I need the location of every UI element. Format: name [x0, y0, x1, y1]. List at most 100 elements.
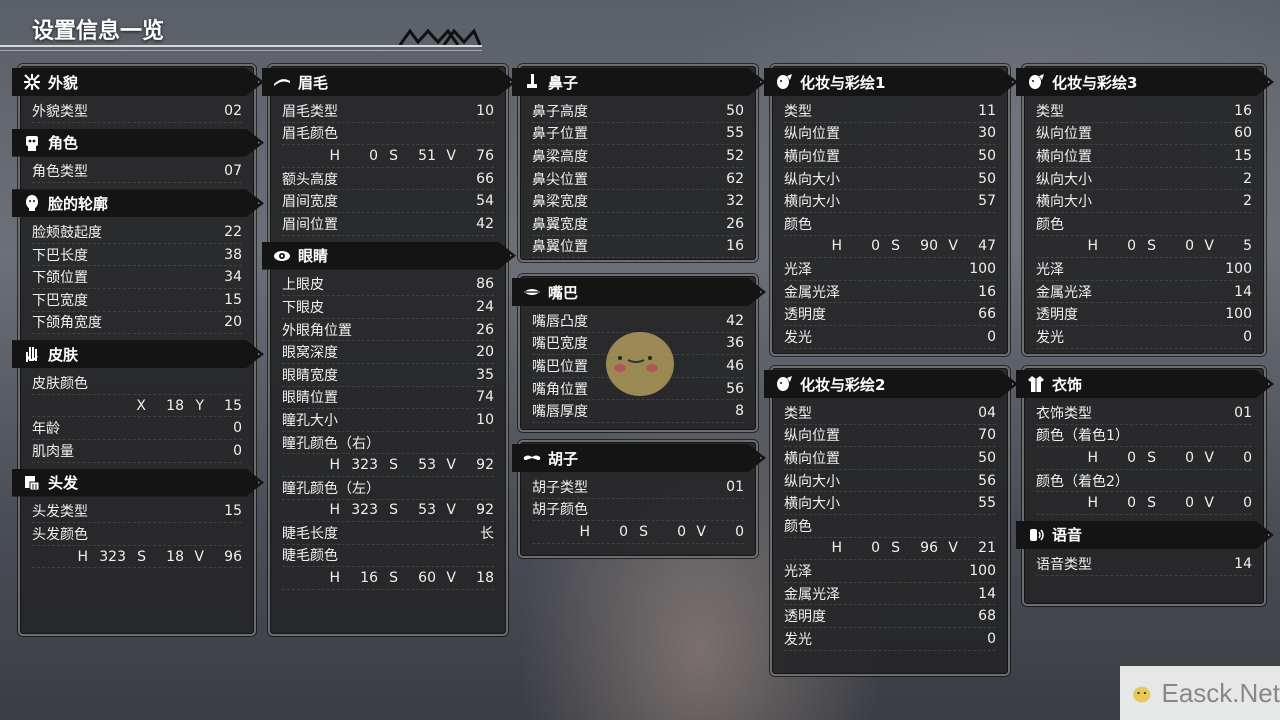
nose-icon [518, 68, 546, 96]
site-watermark: Easck.Net [1120, 666, 1280, 720]
setting-label: 眉毛颜色 [282, 126, 338, 143]
setting-rows: 上眼皮 86 下眼皮 24 外眼角位置 26 眼窝深度 20 眼睛宽度 35 眼睛位置 74 瞳孔大小 1… [270, 270, 506, 592]
setting-row: 眼窝深度 20 [282, 341, 494, 364]
setting-row: 下眼皮 24 [282, 296, 494, 319]
channel-value: 0 [735, 523, 744, 540]
watermark-logo-icon [1133, 686, 1151, 703]
setting-value: 100 [1225, 306, 1252, 323]
channel-label: V [446, 457, 456, 474]
channel-value: 92 [476, 457, 494, 474]
section-nose-2-0: 鼻子 鼻子高度 50 鼻子位置 55 鼻梁高度 52 鼻尖位置 62 鼻梁宽度 32 鼻翼宽度 26 鼻翼… [520, 68, 756, 260]
setting-value: 100 [969, 260, 996, 277]
channel-label: V [1204, 449, 1214, 466]
setting-value: 50 [978, 449, 996, 466]
setting-label: 额头高度 [282, 171, 338, 188]
setting-value: 16 [726, 238, 744, 255]
setting-value: 0 [233, 442, 242, 459]
channel-label: H [329, 457, 340, 474]
color-values-row: H 323 S 53 V 92 [282, 500, 494, 523]
channel-label: S [891, 540, 900, 557]
setting-label: 瞳孔大小 [282, 412, 338, 429]
setting-value: 0 [233, 420, 242, 437]
setting-label: 嘴巴宽度 [532, 336, 588, 353]
setting-value: 66 [476, 170, 494, 187]
setting-value: 30 [978, 125, 996, 142]
channel-value: 323 [351, 457, 378, 474]
setting-value: 16 [978, 283, 996, 300]
setting-value: 38 [224, 246, 242, 263]
setting-value: 35 [476, 366, 494, 383]
setting-label: 胡子颜色 [532, 502, 588, 519]
channel-label: V [1204, 495, 1214, 512]
panel-col-4-bottom: 化妆与彩绘2 类型 04 纵向位置 70 横向位置 50 纵向大小 56 横向大小 55 颜色 H 0 S 9… [770, 366, 1010, 676]
setting-value: 86 [476, 276, 494, 293]
channel-value: 0 [1127, 449, 1136, 466]
setting-value: 52 [726, 147, 744, 164]
setting-rows: 脸颊鼓起度 22 下巴长度 38 下颌位置 34 下巴宽度 15 下颌角宽度 20 [20, 217, 254, 336]
section-face-0-2: 脸的轮廓 脸颊鼓起度 22 下巴长度 38 下颌位置 34 下巴宽度 15 下颌角宽度 20 [20, 189, 254, 336]
setting-row: 眉毛类型 10 [282, 100, 494, 123]
setting-row: 语音类型 14 [1036, 553, 1252, 576]
setting-rows: 胡子类型 01 胡子颜色 H 0 S 0 V 0 [520, 472, 756, 546]
setting-value: 50 [726, 102, 744, 119]
category-header: 外貌 [12, 68, 264, 96]
category-header: 皮肤 [12, 340, 264, 368]
setting-row: 外貌类型 02 [32, 100, 242, 123]
setting-row: 头发颜色 [32, 523, 242, 546]
panel-col-2: 眉毛 眉毛类型 10 眉毛颜色 H 0 S 51 V 76 额头高度 66 眉间宽度 54 眉间位置 42 眼睛… [268, 64, 508, 636]
setting-value: 42 [476, 215, 494, 232]
setting-value: 56 [726, 380, 744, 397]
setting-value: 20 [476, 344, 494, 361]
channel-label: V [446, 570, 456, 587]
setting-value: 长 [480, 525, 494, 542]
category-label: 胡子 [548, 449, 579, 468]
setting-row: 鼻子高度 50 [532, 100, 744, 123]
setting-value: 07 [224, 163, 242, 180]
setting-label: 肌肉量 [32, 443, 74, 460]
setting-value: 8 [735, 403, 744, 420]
setting-rows: 外貌类型 02 [20, 96, 254, 125]
setting-value: 56 [978, 472, 996, 489]
setting-rows: 类型 11 纵向位置 30 横向位置 50 纵向大小 50 横向大小 57 颜色 H 0 S 90 V 47 光泽… [772, 96, 1008, 351]
setting-rows: 角色类型 07 [20, 157, 254, 186]
setting-row: 纵向位置 70 [784, 425, 996, 448]
setting-label: 鼻翼位置 [532, 239, 588, 256]
channel-label: S [389, 457, 398, 474]
setting-row: 透明度 68 [784, 605, 996, 628]
setting-label: 衣饰类型 [1036, 405, 1092, 422]
setting-label: 纵向大小 [784, 171, 840, 188]
setting-label: 金属光泽 [784, 284, 840, 301]
setting-rows: 皮肤颜色 X 18 Y 15 年龄 0 肌肉量 0 [20, 368, 254, 464]
setting-row: 鼻梁高度 52 [532, 145, 744, 168]
channel-value: 51 [418, 147, 436, 164]
setting-label: 颜色 [1036, 216, 1064, 233]
setting-row: 肌肉量 0 [32, 440, 242, 463]
setting-value: 2 [1243, 170, 1252, 187]
category-label: 角色 [48, 134, 79, 153]
color-values-row: H0S0V0 [532, 521, 744, 544]
setting-label: 瞳孔颜色（右） [282, 435, 380, 452]
channel-value: 18 [166, 548, 184, 565]
mustache-icon [518, 444, 546, 472]
setting-value: 26 [726, 215, 744, 232]
setting-label: 横向位置 [1036, 148, 1092, 165]
category-header: 化妆与彩绘2 [764, 370, 1018, 398]
setting-row: 发光 0 [1036, 326, 1252, 349]
color-values-row: H 0 S 90 V 47 [784, 236, 996, 259]
setting-label: 光泽 [1036, 261, 1064, 278]
setting-label: 金属光泽 [784, 586, 840, 603]
color-values-row: H 323 S 53 V 92 [282, 454, 494, 477]
setting-label: 纵向大小 [784, 473, 840, 490]
channel-value: 18 [476, 570, 494, 587]
setting-row: 瞳孔颜色（右） [282, 432, 494, 455]
category-label: 外貌 [48, 73, 79, 92]
setting-rows: 衣饰类型 01 颜色（着色1） H 0 S 0 V 0 颜色（着色2） H 0 S 0 V 0 [1024, 398, 1264, 517]
setting-value: 55 [726, 125, 744, 142]
panel-col-3-bottom: 胡子 胡子类型 01 胡子颜色 H 0 S 0 V 0 [518, 440, 758, 558]
channel-label: S [891, 238, 900, 255]
setting-value: 50 [978, 170, 996, 187]
setting-row: 下巴长度 38 [32, 244, 242, 267]
setting-row: 金属光泽 14 [784, 583, 996, 606]
setting-label: 类型 [784, 405, 812, 422]
channel-value: 96 [920, 540, 938, 557]
